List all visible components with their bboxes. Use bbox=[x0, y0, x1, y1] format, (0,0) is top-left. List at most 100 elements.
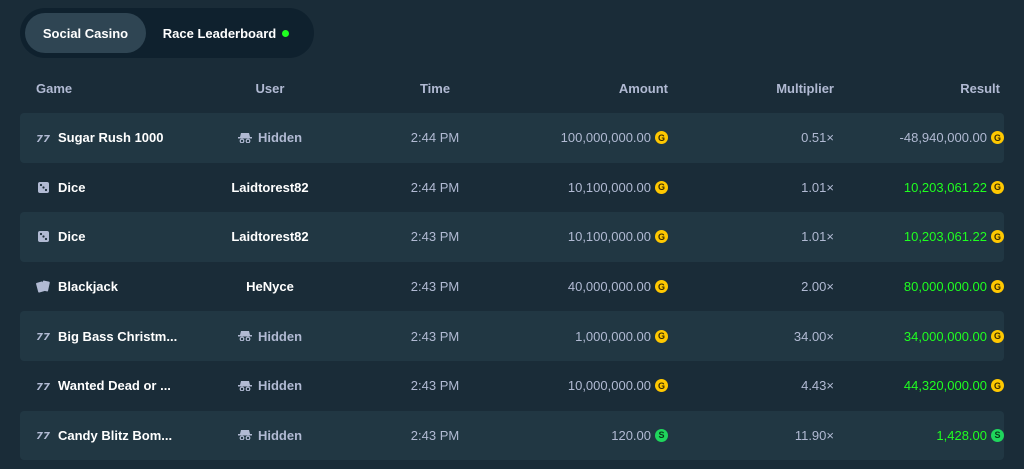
game-name: Big Bass Christm... bbox=[58, 328, 178, 344]
amount-cell: 40,000,000.00 G bbox=[535, 279, 668, 294]
user-name: HeNyce bbox=[246, 279, 294, 295]
incognito-icon bbox=[237, 380, 252, 392]
user-name: Hidden bbox=[257, 130, 303, 146]
result-cell: 10,203,061.22 G bbox=[834, 180, 1004, 195]
user-cell[interactable]: HeNyce bbox=[205, 279, 335, 294]
game-name: Dice bbox=[58, 229, 86, 245]
user-cell[interactable]: Laidtorest82 bbox=[205, 180, 335, 195]
amount-value: 40,000,000.00 bbox=[567, 279, 651, 295]
multiplier-cell: 4.43× bbox=[801, 378, 834, 394]
game-cell[interactable]: Blackjack bbox=[20, 279, 205, 294]
game-cell[interactable]: 77 Big Bass Christm... bbox=[20, 329, 205, 344]
game-name: Blackjack bbox=[58, 279, 118, 295]
time-cell: 2:44 PM bbox=[410, 179, 460, 195]
gold-coin-icon: G bbox=[991, 280, 1004, 294]
amount-value: 100,000,000.00 bbox=[560, 130, 651, 146]
user-cell[interactable]: Laidtorest82 bbox=[205, 229, 335, 244]
table-row[interactable]: 77 Sugar Rush 1000 Hidden 2:44 PM 100,00… bbox=[20, 113, 1004, 163]
result-cell: 44,320,000.00 G bbox=[834, 378, 1004, 393]
table-row[interactable]: Blackjack HeNyce 2:43 PM 40,000,000.00 G… bbox=[20, 262, 1004, 312]
gold-coin-icon: G bbox=[991, 379, 1004, 393]
user-cell: Hidden bbox=[205, 378, 335, 393]
gold-coin-icon: G bbox=[991, 131, 1004, 145]
game-cell[interactable]: 77 Sugar Rush 1000 bbox=[20, 130, 205, 145]
game-name: Wanted Dead or ... bbox=[58, 378, 171, 394]
result-value: -48,940,000.00 bbox=[899, 130, 987, 146]
amount-cell: 10,100,000.00 G bbox=[535, 180, 668, 195]
user-name: Hidden bbox=[257, 378, 303, 394]
slots-icon: 77 bbox=[36, 329, 50, 343]
time-cell: 2:43 PM bbox=[410, 279, 460, 295]
time-cell: 2:44 PM bbox=[410, 130, 460, 146]
sweeps-coin-icon: S bbox=[991, 428, 1004, 442]
user-name: Laidtorest82 bbox=[231, 229, 309, 245]
header-multiplier: Multiplier bbox=[776, 80, 834, 96]
table-row[interactable]: 77 Big Bass Christm... Hidden 2:43 PM 1,… bbox=[20, 311, 1004, 361]
gold-coin-icon: G bbox=[655, 230, 668, 244]
svg-text:77: 77 bbox=[36, 134, 50, 144]
table-row[interactable]: 77 Wanted Dead or ... Hidden 2:43 PM 10,… bbox=[20, 361, 1004, 411]
gold-coin-icon: G bbox=[655, 280, 668, 294]
result-value: 10,203,061.22 bbox=[903, 179, 987, 195]
time-cell: 2:43 PM bbox=[410, 328, 460, 344]
gold-coin-icon: G bbox=[655, 131, 668, 145]
sweeps-coin-icon: S bbox=[655, 428, 668, 442]
result-cell: 80,000,000.00 G bbox=[834, 279, 1004, 294]
amount-value: 10,100,000.00 bbox=[567, 229, 651, 245]
amount-value: 120.00 bbox=[611, 427, 651, 443]
header-amount: Amount bbox=[618, 80, 668, 96]
header-result: Result bbox=[960, 80, 1000, 96]
svg-text:77: 77 bbox=[36, 431, 50, 441]
amount-value: 1,000,000.00 bbox=[575, 328, 651, 344]
result-cell: -48,940,000.00 G bbox=[834, 130, 1004, 145]
tab-social-casino[interactable]: Social Casino bbox=[25, 13, 146, 53]
gold-coin-icon: G bbox=[991, 230, 1004, 244]
tab-race-leaderboard[interactable]: Race Leaderboard bbox=[146, 13, 306, 53]
user-cell: Hidden bbox=[205, 428, 335, 443]
multiplier-cell: 1.01× bbox=[801, 179, 834, 195]
table-row[interactable]: 77 Candy Blitz Bom... Hidden 2:43 PM 120… bbox=[20, 410, 1004, 461]
user-name: Hidden bbox=[257, 328, 303, 344]
slots-icon: 77 bbox=[36, 131, 50, 145]
time-cell: 2:43 PM bbox=[410, 427, 460, 443]
time-cell: 2:43 PM bbox=[410, 378, 460, 394]
multiplier-cell: 11.90× bbox=[794, 427, 834, 443]
game-cell[interactable]: Dice bbox=[20, 180, 205, 195]
user-name: Laidtorest82 bbox=[231, 179, 309, 195]
user-cell: Hidden bbox=[205, 329, 335, 344]
tab-bar: Social Casino Race Leaderboard bbox=[20, 8, 314, 58]
gold-coin-icon: G bbox=[991, 180, 1004, 194]
multiplier-cell: 2.00× bbox=[801, 279, 834, 295]
result-value: 10,203,061.22 bbox=[903, 229, 987, 245]
incognito-icon bbox=[237, 429, 252, 441]
header-user: User bbox=[255, 80, 285, 96]
result-value: 80,000,000.00 bbox=[903, 279, 987, 295]
game-cell[interactable]: Dice bbox=[20, 229, 205, 244]
table-header: Game User Time Amount Multiplier Result bbox=[20, 72, 1004, 104]
bets-panel: Social Casino Race Leaderboard Game User… bbox=[0, 0, 1024, 469]
table-body: 77 Sugar Rush 1000 Hidden 2:44 PM 100,00… bbox=[20, 113, 1004, 461]
result-value: 1,428.00 bbox=[936, 427, 987, 443]
time-cell: 2:43 PM bbox=[410, 229, 460, 245]
gold-coin-icon: G bbox=[655, 180, 668, 194]
game-name: Dice bbox=[58, 179, 86, 195]
result-cell: 1,428.00 S bbox=[834, 428, 1004, 443]
dice-icon bbox=[36, 180, 50, 194]
slots-icon: 77 bbox=[36, 428, 50, 442]
tab-social-casino-label: Social Casino bbox=[42, 25, 129, 41]
table-row[interactable]: Dice Laidtorest82 2:43 PM 10,100,000.00 … bbox=[20, 212, 1004, 262]
tab-race-leaderboard-label: Race Leaderboard bbox=[162, 25, 277, 41]
game-cell[interactable]: 77 Wanted Dead or ... bbox=[20, 378, 205, 393]
dice-icon bbox=[36, 230, 50, 244]
game-name: Sugar Rush 1000 bbox=[58, 130, 164, 146]
user-name: Hidden bbox=[257, 427, 303, 443]
svg-text:77: 77 bbox=[36, 332, 50, 342]
header-time: Time bbox=[419, 80, 451, 96]
amount-cell: 10,100,000.00 G bbox=[535, 229, 668, 244]
table-row[interactable]: Dice Laidtorest82 2:44 PM 10,100,000.00 … bbox=[20, 163, 1004, 213]
multiplier-cell: 34.00× bbox=[793, 328, 834, 344]
multiplier-cell: 1.01× bbox=[801, 229, 834, 245]
svg-text:77: 77 bbox=[36, 382, 50, 392]
incognito-icon bbox=[237, 330, 252, 342]
game-cell[interactable]: 77 Candy Blitz Bom... bbox=[20, 428, 205, 443]
